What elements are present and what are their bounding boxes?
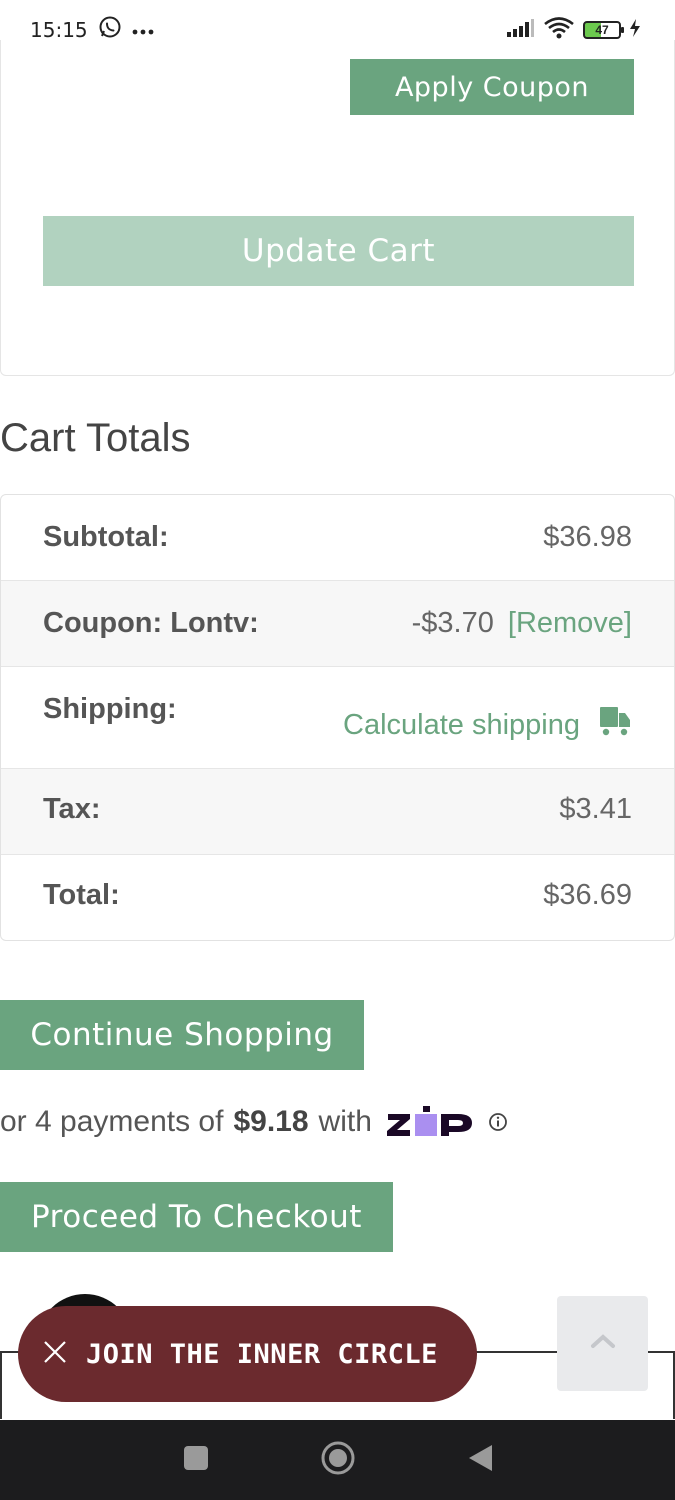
subtotal-value: $36.98	[543, 521, 632, 553]
system-nav-bar	[0, 1420, 675, 1500]
coupon-label: Coupon: Lontv:	[43, 607, 259, 639]
cart-page: 15:15 47 Apply Coupon Update Cart Cart T…	[0, 0, 675, 1500]
total-label: Total:	[43, 879, 120, 911]
cart-actions-card: Apply Coupon Update Cart	[0, 40, 675, 376]
scroll-to-top-button[interactable]	[557, 1296, 648, 1391]
calculate-shipping-link[interactable]: Calculate shipping	[343, 705, 632, 745]
totals-row-tax: Tax: $3.41	[1, 769, 674, 855]
tax-label: Tax:	[43, 793, 101, 825]
remove-coupon-link[interactable]: [Remove]	[508, 607, 632, 639]
zip-logo[interactable]	[386, 1104, 474, 1140]
join-inner-circle-banner[interactable]: JOIN THE INNER CIRCLE	[18, 1306, 477, 1402]
apply-coupon-button[interactable]: Apply Coupon	[350, 59, 634, 115]
join-inner-circle-label: JOIN THE INNER CIRCLE	[86, 1338, 438, 1370]
zip-installment-amount: $9.18	[233, 1105, 309, 1138]
truck-icon	[598, 705, 632, 745]
battery-level: 47	[595, 23, 609, 37]
tax-value: $3.41	[559, 793, 632, 825]
recent-apps-button[interactable]	[182, 1444, 210, 1477]
zip-prefix: or 4 payments of	[0, 1105, 224, 1138]
shipping-label: Shipping:	[43, 693, 177, 725]
totals-row-subtotal: Subtotal: $36.98	[1, 495, 674, 581]
totals-row-shipping: Shipping: Calculate shipping	[1, 667, 674, 769]
update-cart-button[interactable]: Update Cart	[43, 216, 634, 286]
totals-row-total: Total: $36.69	[1, 855, 674, 940]
chevron-up-icon	[590, 1333, 616, 1354]
zip-suffix: with	[318, 1105, 372, 1138]
subtotal-label: Subtotal:	[43, 521, 169, 553]
back-button[interactable]	[466, 1443, 494, 1478]
cart-totals-title: Cart Totals	[0, 416, 191, 460]
home-button[interactable]	[320, 1440, 356, 1481]
coupon-value-group: -$3.70 [Remove]	[412, 607, 632, 640]
proceed-to-checkout-button[interactable]: Proceed To Checkout	[0, 1182, 393, 1252]
coupon-discount-value: -$3.70	[411, 607, 494, 639]
battery-icon: 47	[583, 21, 624, 39]
charging-icon	[629, 18, 641, 43]
continue-shopping-button[interactable]: Continue Shopping	[0, 1000, 364, 1070]
close-icon[interactable]	[42, 1339, 68, 1370]
more-notifications-icon	[132, 18, 154, 42]
signal-icon	[505, 18, 535, 43]
calculate-shipping-label: Calculate shipping	[343, 708, 580, 741]
total-value: $36.69	[543, 879, 632, 911]
zip-payment-line: or 4 payments of $9.18 with	[0, 1100, 508, 1144]
totals-row-coupon: Coupon: Lontv: -$3.70 [Remove]	[1, 581, 674, 667]
info-icon[interactable]	[488, 1112, 508, 1132]
cart-totals-table: Subtotal: $36.98 Coupon: Lontv: -$3.70 […	[0, 494, 675, 941]
status-time: 15:15	[30, 18, 88, 42]
